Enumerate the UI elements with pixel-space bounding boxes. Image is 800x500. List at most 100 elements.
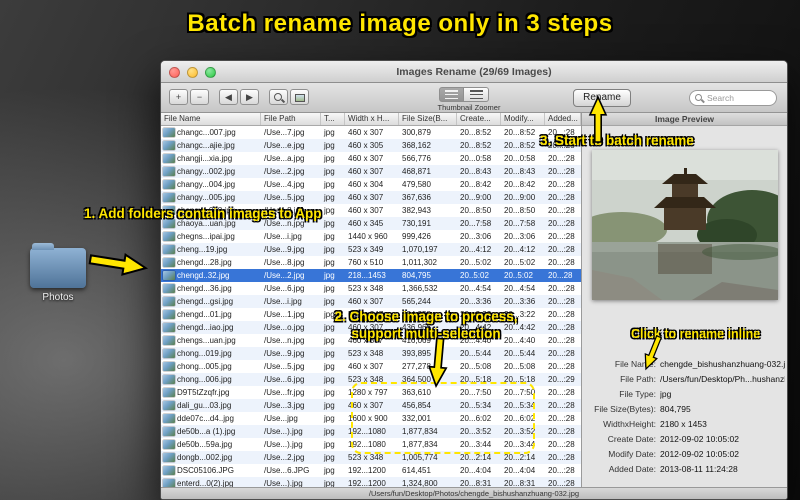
table-row[interactable]: changy...004.jpg/Use...4.jpg jpg 460 x 304… — [161, 178, 581, 191]
search-input[interactable] — [707, 93, 771, 103]
table-row[interactable]: changc...ajie.jpg/Use...e.jpg jpg 460 x 30… — [161, 139, 581, 152]
file-thumbnail-icon — [163, 323, 175, 332]
app-window: Images Rename (29/69 Images) + − ◀ ▶ Thu… — [160, 60, 788, 500]
cell-added-date: 20...:28 — [548, 297, 575, 306]
cell-file-name: changy...002.jpg — [161, 165, 261, 178]
photos-folder-icon[interactable] — [30, 243, 86, 288]
title-bar[interactable]: Images Rename (29/69 Images) — [161, 61, 787, 83]
table-row[interactable]: changy...002.jpg/Use...2.jpg jpg 460 x 307… — [161, 165, 581, 178]
cell-file-path: /Use...6.JPG — [264, 466, 310, 475]
table-row[interactable]: dde07c...d4..jpg/Use...jpg jpg 1600 x 900 3… — [161, 412, 581, 425]
table-row[interactable]: dongb...002.jpg/Use...2.jpg jpg 523 x 348 1… — [161, 451, 581, 464]
zoom-window-button[interactable] — [205, 67, 216, 78]
preview-field: Create Date: 2012-09-02 10:05:02 — [586, 431, 785, 446]
cell-file-type: jpg — [324, 440, 335, 449]
list-view-button[interactable] — [439, 87, 464, 102]
cell-dimensions: 460 x 307 — [348, 128, 384, 137]
next-button[interactable]: ▶ — [240, 89, 259, 105]
table-row[interactable]: DSC05106.JPG/Use...6.JPG jpg 192...1200 614… — [161, 464, 581, 477]
file-thumbnail-icon — [163, 440, 175, 449]
cell-file-size: 479,580 — [402, 180, 431, 189]
cell-modify-date: 20...5:08 — [504, 362, 536, 371]
cell-file-type: jpg — [324, 297, 335, 306]
table-row[interactable]: changji...xia.jpg/Use...a.jpg jpg 460 x 30… — [161, 152, 581, 165]
minimize-button[interactable] — [187, 67, 198, 78]
cell-file-size: 566,776 — [402, 154, 431, 163]
cell-file-size: 730,191 — [402, 219, 431, 228]
magnifier-button[interactable] — [269, 89, 288, 105]
column-header-file-path[interactable]: File Path — [261, 113, 321, 125]
cell-file-path: /Use...i.jpg — [264, 232, 302, 241]
cell-dimensions: 523 x 348 — [348, 349, 384, 358]
cell-file-path: /Use...fr.jpg — [264, 388, 305, 397]
cell-file-path: /Use...7.jpg — [264, 128, 305, 137]
cell-added-date: 20...:28 — [548, 180, 575, 189]
cell-file-name: changy...004.jpg — [161, 178, 261, 191]
cell-file-name: dongb...002.jpg — [161, 451, 261, 464]
table-row[interactable]: chengd...gsi.jpg/Use...i.jpg jpg 460 x 307… — [161, 295, 581, 308]
table-row[interactable]: chegns...ipai.jpg/Use...i.jpg jpg 1440 x 9… — [161, 230, 581, 243]
cell-create-date: 20...5:34 — [460, 401, 492, 410]
table-row[interactable]: dali_gu...03.jpg/Use...3.jpg jpg 460 x 307… — [161, 399, 581, 412]
table-row[interactable]: changy...005.jpg/Use...5.jpg jpg 460 x 307… — [161, 191, 581, 204]
cell-added-date: 20...:28 — [548, 388, 575, 397]
cell-added-date: 20...:28 — [548, 245, 575, 254]
detail-view-button[interactable] — [464, 87, 489, 102]
table-row[interactable]: de50b...a (1).jpg/Use...).jpg jpg 192...10… — [161, 425, 581, 438]
cell-file-type: jpg — [324, 271, 335, 280]
table-row[interactable]: cheng...19.jpg/Use...9.jpg jpg 523 x 349 1,… — [161, 243, 581, 256]
cell-create-date: 20...8:52 — [460, 128, 492, 137]
table-row[interactable]: chengd...36.jpg/Use...6.jpg jpg 523 x 348 1… — [161, 282, 581, 295]
table-row[interactable]: chong...019.jpg/Use...9.jpg jpg 523 x 348 3… — [161, 347, 581, 360]
column-header-dimensions[interactable]: Width x H... — [345, 113, 399, 125]
table-row[interactable]: chong...005.jpg/Use...5.jpg jpg 460 x 307 2… — [161, 360, 581, 373]
annotation-step3: 3. Start to batch rename — [540, 133, 694, 148]
cell-file-name: chong...005.jpg — [161, 360, 261, 373]
preview-field-value[interactable]: chengde_bishushanzhuang-032.jpg — [660, 359, 785, 369]
column-header-file-size[interactable]: File Size(B... — [399, 113, 457, 125]
column-header-file-name[interactable]: File Name — [161, 113, 261, 125]
cell-added-date: 20...:28 — [548, 206, 575, 215]
remove-button[interactable]: − — [190, 89, 209, 105]
file-thumbnail-icon — [163, 284, 175, 293]
cell-file-type: jpg — [324, 206, 335, 215]
column-header-file-type[interactable]: T... — [321, 113, 345, 125]
table-row[interactable]: enterd...0(2).jpg/Use...).jpg jpg 192...12… — [161, 477, 581, 487]
table-row[interactable]: chong...006.jpg/Use...6.jpg jpg 523 x 348 3… — [161, 373, 581, 386]
cell-file-size: 367,636 — [402, 193, 431, 202]
cell-modify-date: 20...8:52 — [504, 128, 536, 137]
cell-modify-date: 20...4:12 — [504, 245, 536, 254]
cell-added-date: 20...:28 — [548, 349, 575, 358]
previous-button[interactable]: ◀ — [219, 89, 238, 105]
preview-field-label: File Size(Bytes): — [594, 403, 656, 414]
table-row[interactable]: de50b...59a.jpg/Use...).jpg jpg 192...1080… — [161, 438, 581, 451]
cell-file-name: enterd...0(2).jpg — [161, 477, 261, 487]
table-row[interactable]: D9T5tZzqfr.jpg/Use...fr.jpg jpg 1280 x 797… — [161, 386, 581, 399]
table-row[interactable]: changc...007.jpg/Use...7.jpg jpg 460 x 307… — [161, 126, 581, 139]
cell-added-date: 20...28 — [548, 271, 573, 280]
column-header-added-date[interactable]: Added... — [545, 113, 581, 125]
banner-title: Batch rename image only in 3 steps — [187, 10, 613, 37]
cell-modify-date: 20...7:50 — [504, 388, 536, 397]
close-button[interactable] — [169, 67, 180, 78]
preview-fields: File Name: chengde_bishushanzhuang-032.jp… — [586, 356, 785, 476]
cell-modify-date: 20...2:14 — [504, 453, 536, 462]
cell-added-date: 20...:28 — [548, 466, 575, 475]
add-folder-button[interactable]: + — [169, 89, 188, 105]
file-thumbnail-icon — [163, 362, 175, 371]
table-row[interactable]: chengd...28.jpg/Use...8.jpg jpg 760 x 510 1… — [161, 256, 581, 269]
cell-file-name: chengd...gsi.jpg — [161, 295, 261, 308]
table-row[interactable]: chengd..32.jpg/Use...2.jpg jpg 218...1453 8… — [161, 269, 581, 282]
cell-added-date: 20...:28 — [548, 362, 575, 371]
cell-file-name: de50b...59a.jpg — [161, 438, 261, 451]
cell-file-name: changc...007.jpg — [161, 126, 261, 139]
cell-file-type: jpg — [324, 154, 335, 163]
column-header-create-date[interactable]: Create... — [457, 113, 501, 125]
cell-file-type: jpg — [324, 219, 335, 228]
cell-dimensions: 523 x 349 — [348, 245, 384, 254]
column-header-modify-date[interactable]: Modify... — [501, 113, 545, 125]
cell-file-path: /Use...i.jpg — [264, 297, 302, 306]
cell-file-size: 1,324,800 — [402, 479, 438, 487]
search-field[interactable] — [689, 90, 777, 106]
preview-toggle-button[interactable] — [290, 89, 309, 105]
